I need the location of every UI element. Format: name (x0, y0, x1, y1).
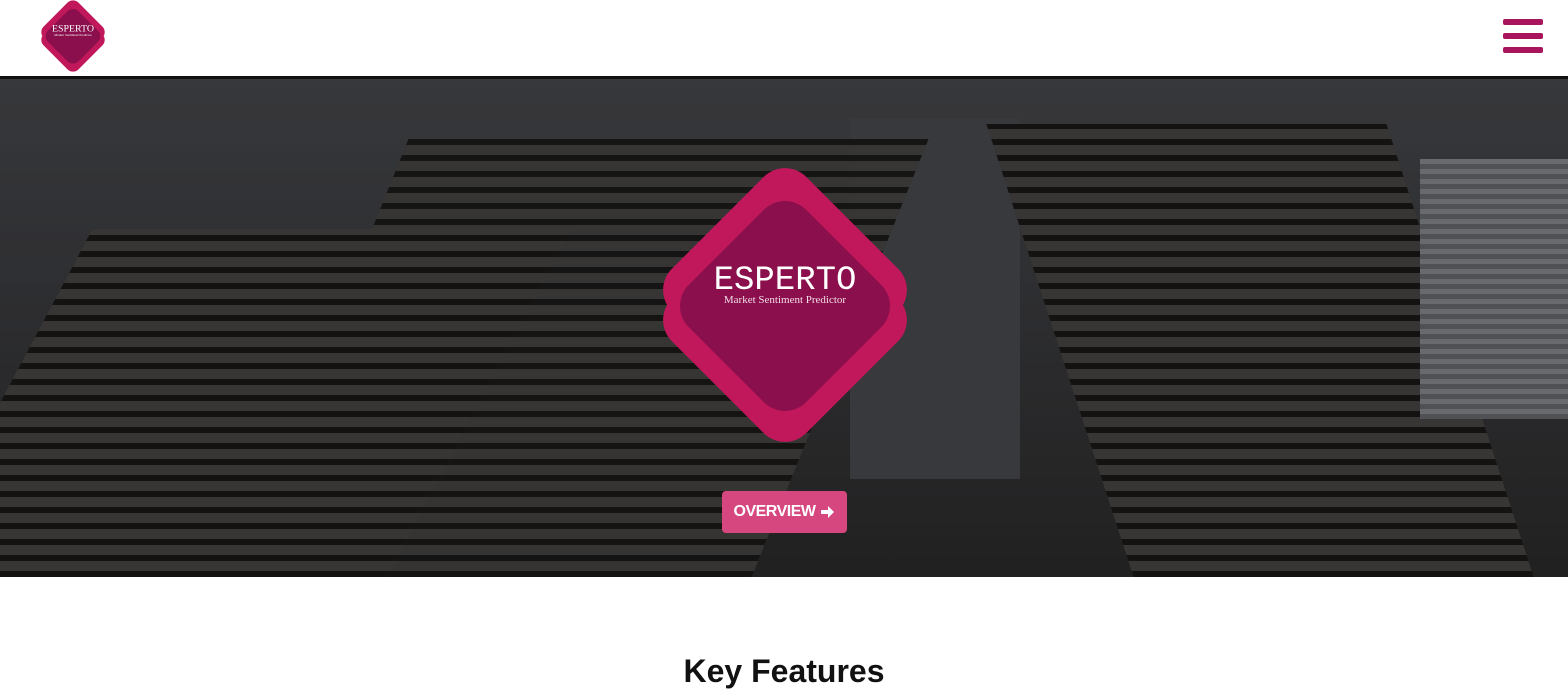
header: ESPERTO Market Sentiment Predictor (0, 0, 1568, 76)
overview-button-label: OVERVIEW (733, 503, 816, 520)
hamburger-icon-bar (1503, 19, 1543, 25)
esperto-hero-logo: ESPERTO Market Sentiment Predictor (663, 168, 907, 442)
svg-text:Market Sentiment Predictor: Market Sentiment Predictor (54, 33, 92, 37)
key-features-heading: Key Features (683, 653, 885, 689)
esperto-logo[interactable]: ESPERTO Market Sentiment Predictor (31, 0, 115, 75)
hero-banner: ESPERTO Market Sentiment Predictor OVERV… (0, 79, 1568, 577)
svg-text:Market Sentiment Predictor: Market Sentiment Predictor (724, 294, 847, 306)
hamburger-icon-bar (1503, 47, 1543, 53)
arrow-right-icon (821, 506, 835, 518)
svg-text:ESPERTO: ESPERTO (52, 23, 94, 34)
menu-button[interactable] (1503, 18, 1543, 54)
overview-button[interactable]: OVERVIEW (722, 491, 847, 533)
hamburger-icon-bar (1503, 33, 1543, 39)
